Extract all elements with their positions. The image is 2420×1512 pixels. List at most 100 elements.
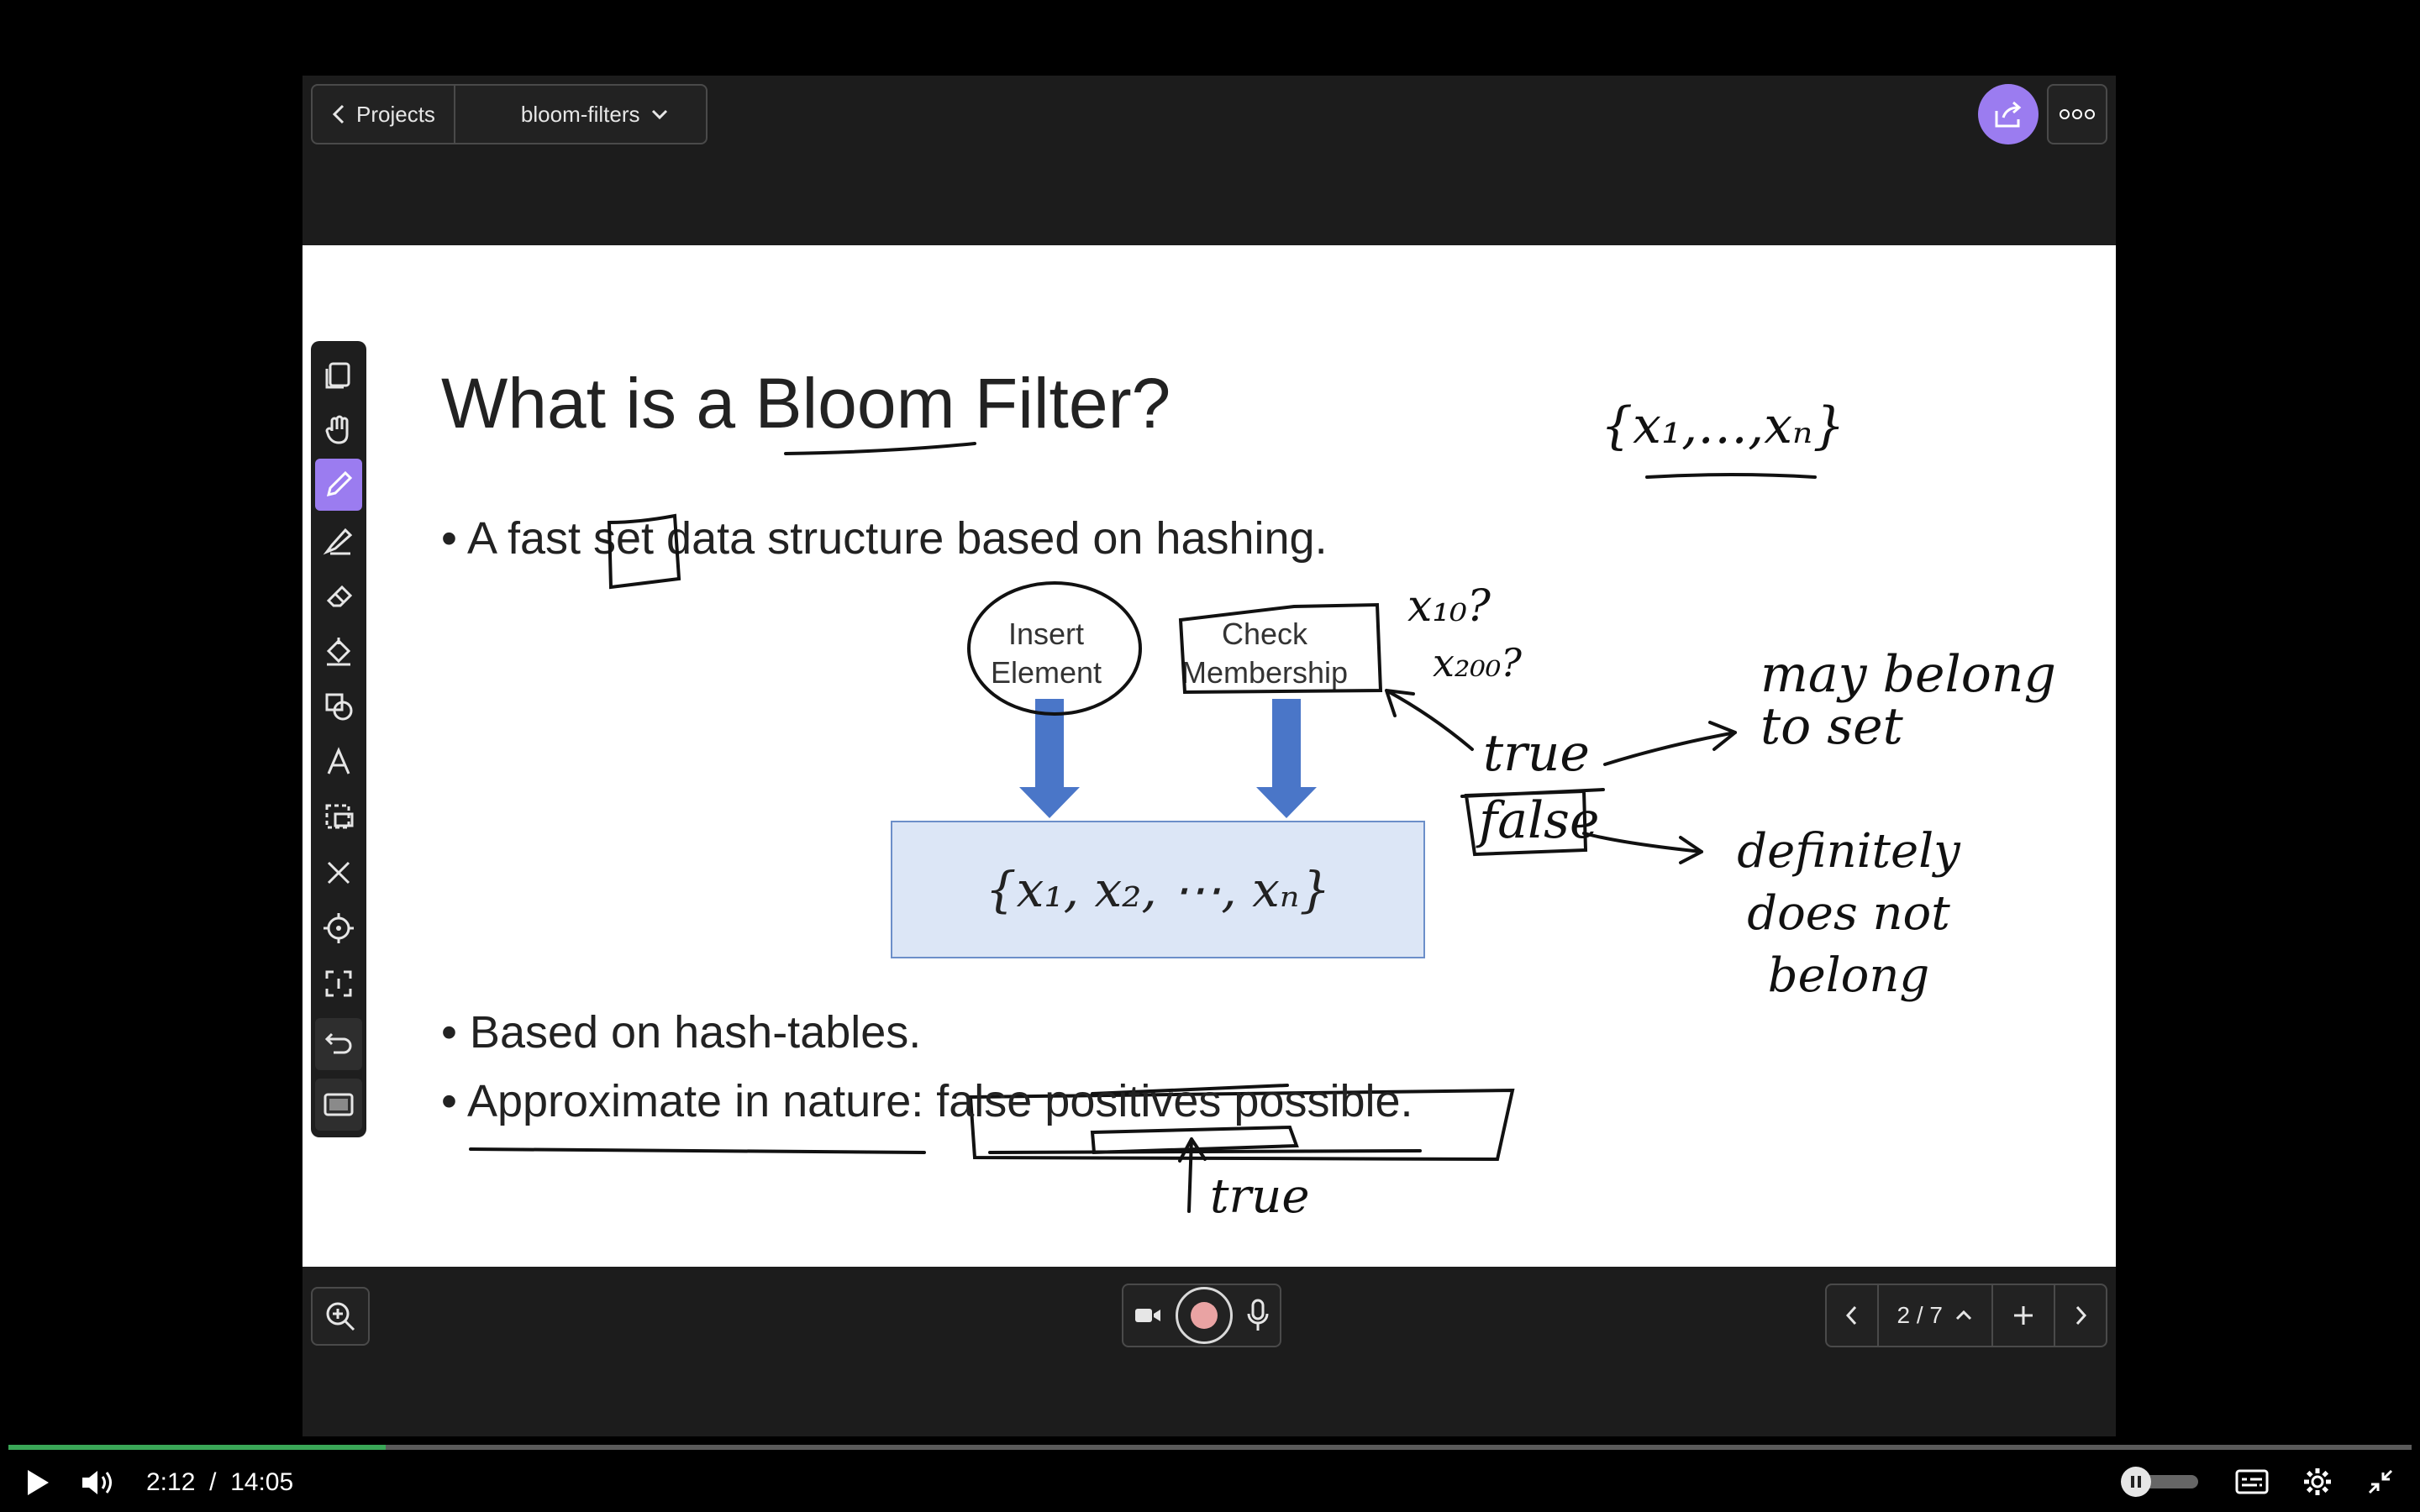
- bullet-hash-tables: • Based on hash-tables.: [441, 1007, 922, 1058]
- current-time: 2:12: [146, 1468, 196, 1496]
- autoplay-toggle[interactable]: [2121, 1467, 2202, 1497]
- volume-icon[interactable]: [81, 1468, 116, 1497]
- camera-icon[interactable]: [1134, 1305, 1162, 1326]
- note-may-belong: may belong to set: [1760, 645, 2056, 756]
- capture-icon: [325, 970, 352, 997]
- check-rect: [1178, 602, 1383, 695]
- shapes-tool[interactable]: [315, 680, 362, 732]
- fill-tool[interactable]: [315, 625, 362, 677]
- share-button[interactable]: [1978, 84, 2039, 144]
- check-arrow: [1256, 699, 1317, 818]
- shapes-icon: [325, 693, 353, 721]
- recording-controls: [1122, 1284, 1281, 1347]
- microphone-icon[interactable]: [1246, 1299, 1270, 1332]
- text-tool[interactable]: [315, 736, 362, 788]
- more-options-button[interactable]: [2047, 84, 2107, 144]
- chevron-left-icon: [1845, 1305, 1856, 1326]
- chevron-up-icon: [1955, 1310, 1972, 1320]
- player-right-controls: [2121, 1467, 2395, 1497]
- timecode: 2:12 / 14:05: [146, 1468, 293, 1497]
- lasso-select-icon: [325, 804, 354, 829]
- zoom-button[interactable]: [311, 1287, 370, 1346]
- crosshair-icon: [324, 913, 354, 943]
- chevron-right-icon: [2075, 1305, 2087, 1326]
- select-tool[interactable]: [315, 791, 362, 843]
- captions-icon[interactable]: [2235, 1469, 2269, 1494]
- pan-tool[interactable]: [315, 403, 362, 455]
- progress-fill: [8, 1445, 387, 1450]
- more-icon: [2060, 109, 2095, 119]
- insert-arrow: [1019, 699, 1080, 818]
- undo-icon: [324, 1032, 352, 1054]
- query-arrow: [1385, 689, 1474, 751]
- top-actions: [1978, 84, 2107, 144]
- progress-bar[interactable]: [8, 1445, 2412, 1450]
- note-query-2: x₂₀₀?: [1433, 640, 1522, 685]
- insert-circle: [967, 581, 1142, 716]
- record-button[interactable]: [1176, 1287, 1233, 1344]
- set-container: {x₁, x₂, ⋯, xₙ}: [891, 821, 1425, 958]
- marker-icon: [323, 528, 353, 555]
- add-page-tool[interactable]: [315, 348, 362, 400]
- zoom-in-icon: [326, 1302, 355, 1331]
- settings-gear-icon[interactable]: [2302, 1467, 2333, 1497]
- pause-icon: [2131, 1476, 2141, 1488]
- slide-canvas[interactable]: What is a Bloom Filter? • A fast set dat…: [302, 245, 2116, 1267]
- slide-background-icon: [324, 1093, 354, 1116]
- project-selector[interactable]: bloom-filters: [453, 86, 706, 143]
- note-false: false: [1479, 791, 1600, 850]
- hand-icon: [325, 415, 349, 444]
- prev-page-button[interactable]: [1827, 1285, 1877, 1346]
- record-dot-icon: [1191, 1302, 1218, 1329]
- laser-tool[interactable]: [315, 902, 362, 954]
- eraser-tool[interactable]: [315, 570, 362, 622]
- pen-tool[interactable]: [315, 459, 362, 511]
- clear-tool[interactable]: [315, 847, 362, 899]
- chevron-left-icon: [332, 104, 345, 124]
- video-player-controls: 2:12 / 14:05: [0, 1445, 2420, 1512]
- copy-page-icon: [325, 362, 350, 389]
- project-nav: Projects bloom-filters: [311, 84, 708, 144]
- note-definitely-not: definitely does not belong: [1737, 824, 1960, 1003]
- bottom-controls: 2 / 7: [302, 1277, 2116, 1361]
- play-icon[interactable]: [25, 1468, 50, 1497]
- pen-icon: [326, 470, 353, 497]
- project-name: bloom-filters: [520, 101, 640, 127]
- page-indicator[interactable]: 2 / 7: [1876, 1285, 1991, 1346]
- brace-underline: [1645, 473, 1817, 479]
- player-left-controls: 2:12 / 14:05: [25, 1468, 293, 1497]
- next-page-button[interactable]: [2054, 1285, 2106, 1346]
- note-query-1: x₁₀?: [1407, 581, 1491, 632]
- exit-fullscreen-icon[interactable]: [2366, 1467, 2395, 1496]
- close-icon: [327, 861, 350, 885]
- paint-bucket-icon: [326, 638, 351, 666]
- page-number: 2 / 7: [1897, 1302, 1943, 1328]
- back-to-projects-button[interactable]: Projects: [313, 86, 454, 143]
- text-icon: [327, 747, 350, 774]
- plus-icon: [2014, 1306, 2033, 1325]
- background-tool[interactable]: [315, 1079, 362, 1131]
- top-navigation: Projects bloom-filters: [311, 84, 708, 144]
- whiteboard-app: Projects bloom-filters What is a Bloom F…: [302, 76, 2116, 1436]
- duration: 14:05: [230, 1468, 294, 1496]
- note-true: true: [1483, 724, 1590, 783]
- drawing-toolbar: [311, 341, 366, 1137]
- set-word-box: [607, 513, 681, 590]
- note-set-elements: {x₁,…,xₙ}: [1601, 396, 1845, 455]
- time-separator: /: [209, 1468, 217, 1496]
- true-arrow: [1603, 721, 1737, 766]
- title-underline: [784, 442, 976, 455]
- approx-underline: [469, 1147, 926, 1154]
- marker-tool[interactable]: [315, 514, 362, 566]
- undo-tool[interactable]: [315, 1018, 362, 1070]
- add-page-button[interactable]: [1991, 1285, 2054, 1346]
- bullet-approximate: • Approximate in nature: false positives…: [441, 1076, 1413, 1126]
- page-navigator: 2 / 7: [1824, 1284, 2107, 1347]
- false-arrow: [1582, 832, 1703, 864]
- back-label: Projects: [356, 101, 435, 127]
- note-true-under: true: [1210, 1169, 1310, 1224]
- share-icon: [1995, 101, 2022, 128]
- eraser-icon: [326, 585, 353, 607]
- chevron-down-icon: [651, 109, 667, 120]
- capture-tool[interactable]: [315, 958, 362, 1010]
